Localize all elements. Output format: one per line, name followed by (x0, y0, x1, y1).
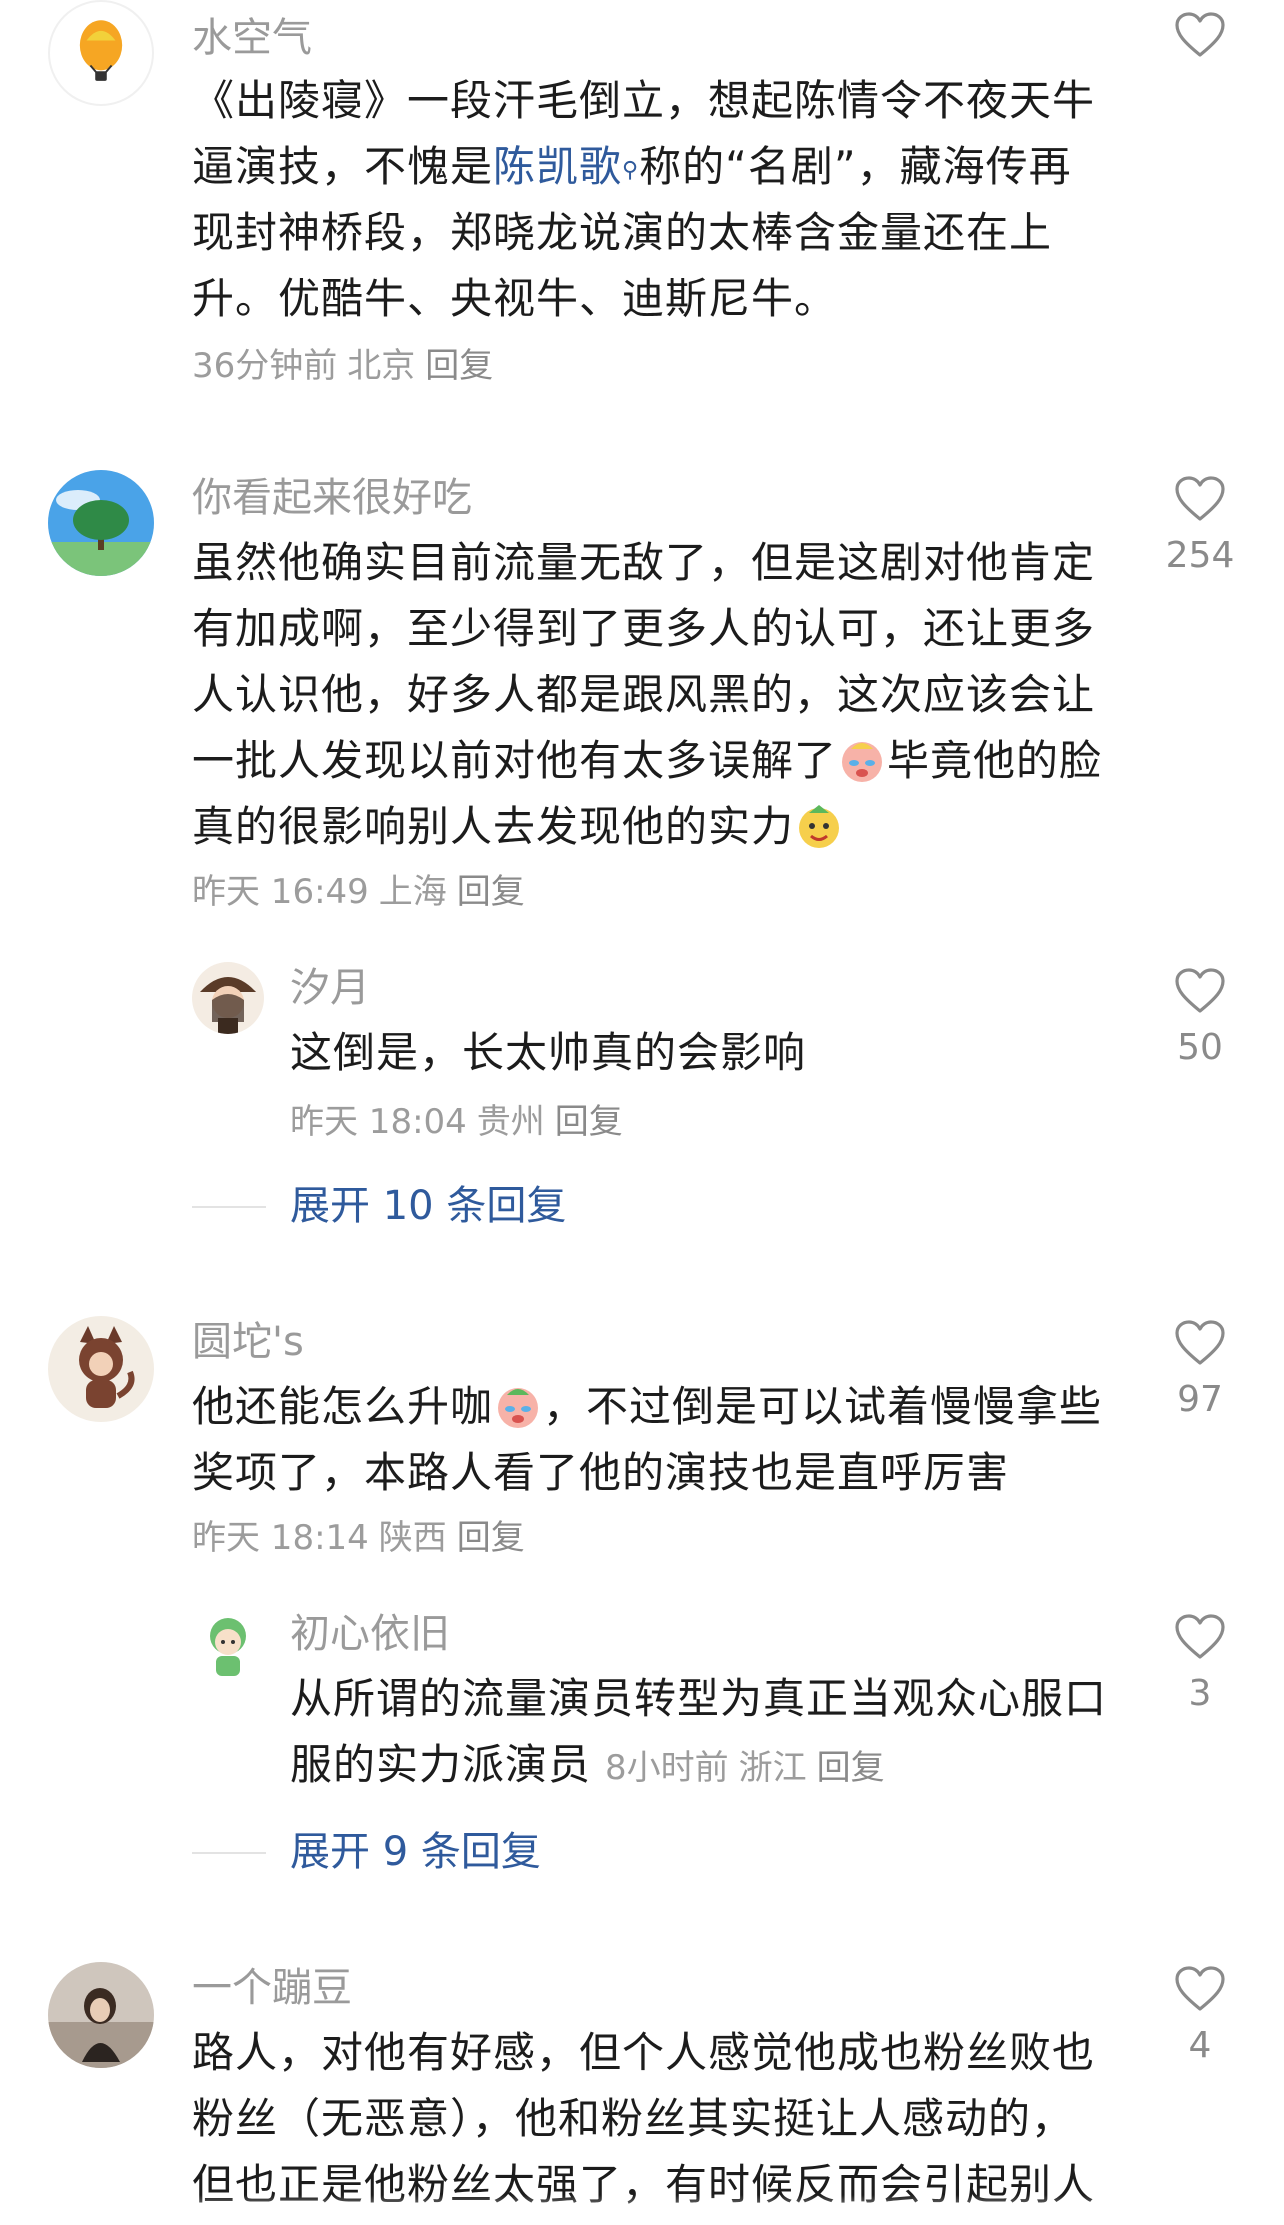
comment-meta: 36分钟前 北京 回复 (192, 344, 503, 388)
heart-icon (1175, 1614, 1225, 1659)
sub-comment-text: 这倒是，长太帅真的会影响 (290, 1028, 807, 1077)
reply-button[interactable]: 回复 (817, 1748, 885, 1788)
expand-replies-button[interactable]: 展开 10 条回复 (290, 1182, 566, 1230)
timestamp: 昨天 16:49 (192, 872, 369, 912)
timestamp: 昨天 18:04 (290, 1102, 467, 1142)
location: 上海 (378, 872, 447, 912)
username[interactable]: 你看起来很好吃 (192, 474, 472, 522)
sub-avatar[interactable] (192, 962, 264, 1034)
timestamp: 昨天 18:14 (192, 1518, 369, 1558)
heart-icon (1175, 476, 1225, 521)
timestamp: 8小时前 (605, 1748, 729, 1788)
witch-character-icon (200, 977, 256, 1034)
divider (192, 1206, 266, 1208)
comment-text: 他还能怎么升咖 ，不过倒是可以试着慢慢拿些奖项了，本路人看了他的演技也是直呼厉害 (192, 1381, 1103, 1497)
username[interactable]: 一个蹦豆 (192, 1964, 352, 2012)
tree-landscape-icon (48, 470, 154, 576)
location: 浙江 (738, 1748, 807, 1788)
avatar[interactable] (48, 0, 154, 106)
like-button[interactable]: 50 (1160, 968, 1240, 1070)
like-button[interactable]: 254 (1160, 476, 1240, 578)
heart-icon (1175, 1320, 1225, 1365)
timestamp: 36分钟前 (192, 346, 338, 386)
like-button[interactable]: 97 (1160, 1320, 1240, 1422)
sub-username[interactable]: 汐月 (290, 964, 370, 1012)
doge-emoji-icon (794, 801, 844, 851)
sub-comment-text: 从所谓的流量演员转型为真正当观众心服口服的实力派演员 8小时前 浙江 回复 (290, 1674, 1108, 1789)
crying-face-emoji-icon (837, 735, 887, 785)
sub-username[interactable]: 初心依旧 (290, 1610, 450, 1658)
like-count: 97 (1177, 1379, 1223, 1420)
bottom-fade (0, 2195, 1284, 2225)
avatar[interactable] (48, 470, 154, 576)
heart-icon (1175, 12, 1225, 57)
reply-button[interactable]: 回复 (555, 1102, 623, 1142)
comment-meta: 昨天 16:49 上海 回复 (192, 870, 535, 914)
reply-button[interactable]: 回复 (457, 1518, 525, 1558)
hot-air-balloon-icon (79, 20, 123, 81)
location: 贵州 (476, 1102, 545, 1142)
like-button[interactable]: 3 (1160, 1614, 1240, 1716)
heart-icon (1175, 968, 1225, 1013)
avatar[interactable] (48, 1962, 154, 2068)
username[interactable]: 圆坨's (192, 1318, 304, 1366)
location: 北京 (347, 346, 416, 386)
comment-text: 路人，对他有好感，但个人感觉他成也粉丝败也粉丝（无恶意），他和粉丝其实挺让人感动… (192, 2028, 1096, 2209)
like-count: 50 (1177, 1027, 1223, 1068)
crying-face-emoji-icon (493, 1381, 543, 1431)
sub-comment-meta: 昨天 18:04 贵州 回复 (290, 1100, 633, 1144)
like-count: 3 (1188, 1673, 1212, 1714)
sub-comment-meta: 8小时前 浙江 回复 (605, 1748, 895, 1788)
avatar[interactable] (48, 1316, 154, 1422)
search-icon: ⚲ (622, 158, 640, 183)
username[interactable]: 水空气 (192, 14, 312, 62)
green-hair-character-icon (210, 1618, 246, 1676)
comment-text: 《出陵寝》一段汗毛倒立，想起陈情令不夜天牛逼演技，不愧是陈凯歌⚲称的“名剧”，藏… (192, 76, 1096, 323)
divider (192, 1852, 266, 1854)
sub-avatar[interactable] (192, 1608, 264, 1680)
like-button[interactable] (1160, 12, 1240, 58)
comment-text: 虽然他确实目前流量无敌了，但是这剧对他肯定有加成啊，至少得到了更多人的认可，还让… (192, 538, 1103, 851)
portrait-photo-icon (48, 1962, 154, 2068)
like-count: 254 (1165, 535, 1235, 576)
heart-icon (1175, 1966, 1225, 2011)
location: 陕西 (378, 1518, 447, 1558)
cat-character-icon (79, 1326, 135, 1408)
comment-meta: 昨天 18:14 陕西 回复 (192, 1516, 535, 1560)
expand-replies-button[interactable]: 展开 9 条回复 (290, 1828, 541, 1876)
reply-button[interactable]: 回复 (457, 872, 525, 912)
reply-button[interactable]: 回复 (425, 346, 493, 386)
like-count: 4 (1188, 2025, 1212, 2066)
like-button[interactable]: 4 (1160, 1966, 1240, 2068)
mention-link[interactable]: 陈凯歌 (493, 142, 622, 191)
